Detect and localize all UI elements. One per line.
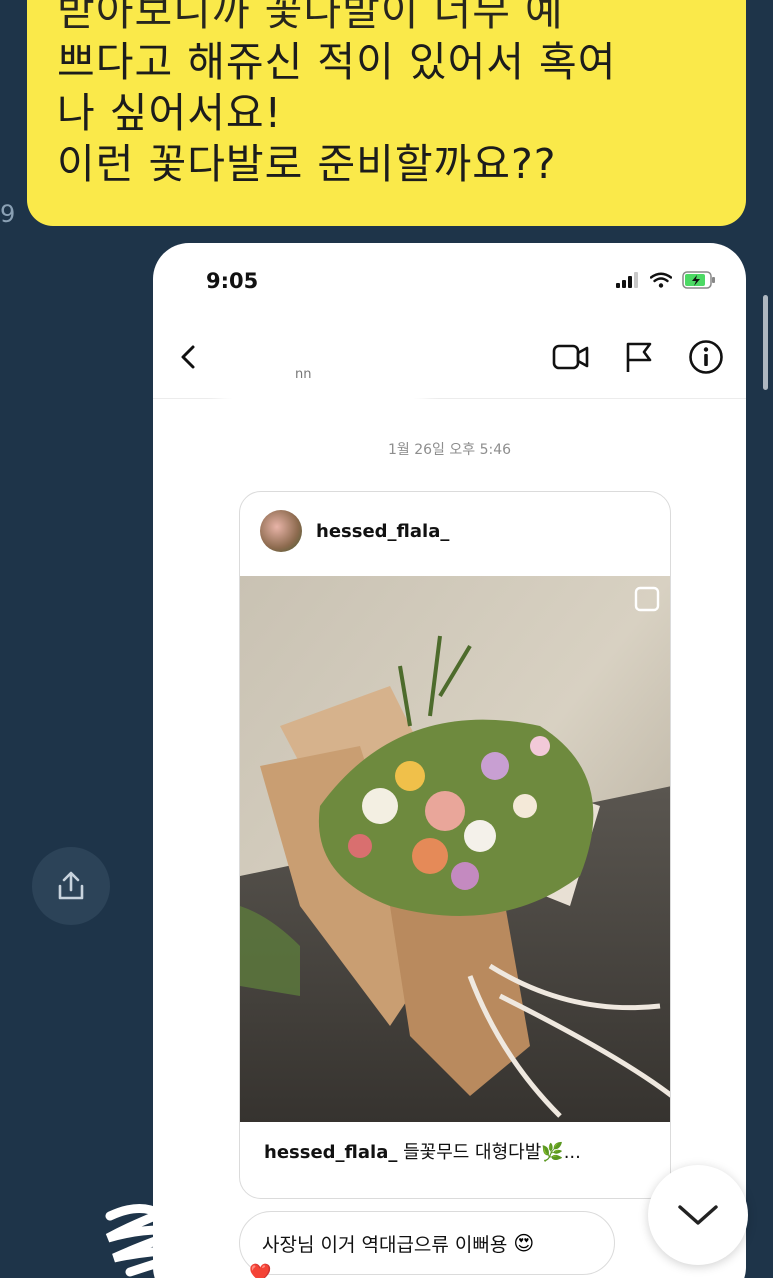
info-icon[interactable] bbox=[688, 339, 724, 375]
signal-icon bbox=[616, 272, 638, 288]
redaction-patch bbox=[223, 327, 423, 407]
reply-message-bubble: 사장님 이거 역대급으류 이뻐용 😍 bbox=[239, 1211, 615, 1275]
back-chevron-icon[interactable] bbox=[177, 341, 199, 373]
post-caption: hessed_flala_ 들꽃무드 대형다발🌿... bbox=[264, 1138, 581, 1164]
message-line-3: 나 싶어서요! bbox=[57, 89, 283, 137]
caption-text: 들꽃무드 대형다발🌿... bbox=[403, 1142, 581, 1163]
status-icons bbox=[616, 271, 716, 289]
shared-post-card[interactable]: hessed_flala_ hessed_flala_ 들꽃무드 대형다발🌿..… bbox=[239, 491, 671, 1199]
post-avatar[interactable] bbox=[260, 510, 302, 552]
censor-scribble bbox=[105, 1204, 198, 1277]
video-icon[interactable] bbox=[552, 342, 590, 372]
post-photo[interactable] bbox=[240, 576, 671, 1122]
share-icon bbox=[58, 871, 84, 900]
flag-icon[interactable] bbox=[624, 340, 654, 374]
message-line-4: 이런 꽃다발로 준비할까요?? bbox=[57, 140, 557, 188]
scrollbar[interactable] bbox=[763, 295, 768, 390]
caption-handle[interactable]: hessed_flala_ bbox=[264, 1142, 397, 1163]
reply-emoji: 😍 bbox=[513, 1231, 535, 1255]
post-handle[interactable]: hessed_flala_ bbox=[316, 521, 449, 542]
share-button[interactable] bbox=[32, 847, 110, 925]
reaction-emoji: ❤️ bbox=[249, 1263, 272, 1278]
battery-icon bbox=[682, 271, 715, 289]
heart-reaction: ❤️ bbox=[249, 1263, 271, 1278]
message-line-2: 쁘다고 해쥬신 적이 있어서 혹여 bbox=[57, 38, 617, 86]
message-time-fragment: 9 bbox=[0, 200, 16, 228]
scroll-to-bottom-button[interactable] bbox=[648, 1165, 748, 1265]
message-line-1: 받아보니까 꽃다발이 너무 예 bbox=[57, 0, 564, 35]
post-header: hessed_flala_ bbox=[260, 510, 449, 552]
chat-message-bubble: 받아보니까 꽃다발이 너무 예 쁘다고 해쥬신 적이 있어서 혹여 나 싶어서요… bbox=[27, 0, 746, 226]
wifi-icon bbox=[650, 272, 672, 288]
reply-text: 사장님 이거 역대급으류 이뻐용 bbox=[262, 1233, 508, 1256]
embedded-screenshot: 9:05 C nn bbox=[153, 243, 746, 1278]
contact-subtitle: nn bbox=[295, 367, 312, 382]
chevron-down-icon bbox=[678, 1205, 718, 1225]
status-time: 9:05 bbox=[206, 269, 259, 293]
dm-header: C nn bbox=[153, 323, 746, 407]
message-timestamp: 1월 26일 오후 5:46 bbox=[387, 442, 512, 458]
dm-actions bbox=[552, 339, 724, 375]
